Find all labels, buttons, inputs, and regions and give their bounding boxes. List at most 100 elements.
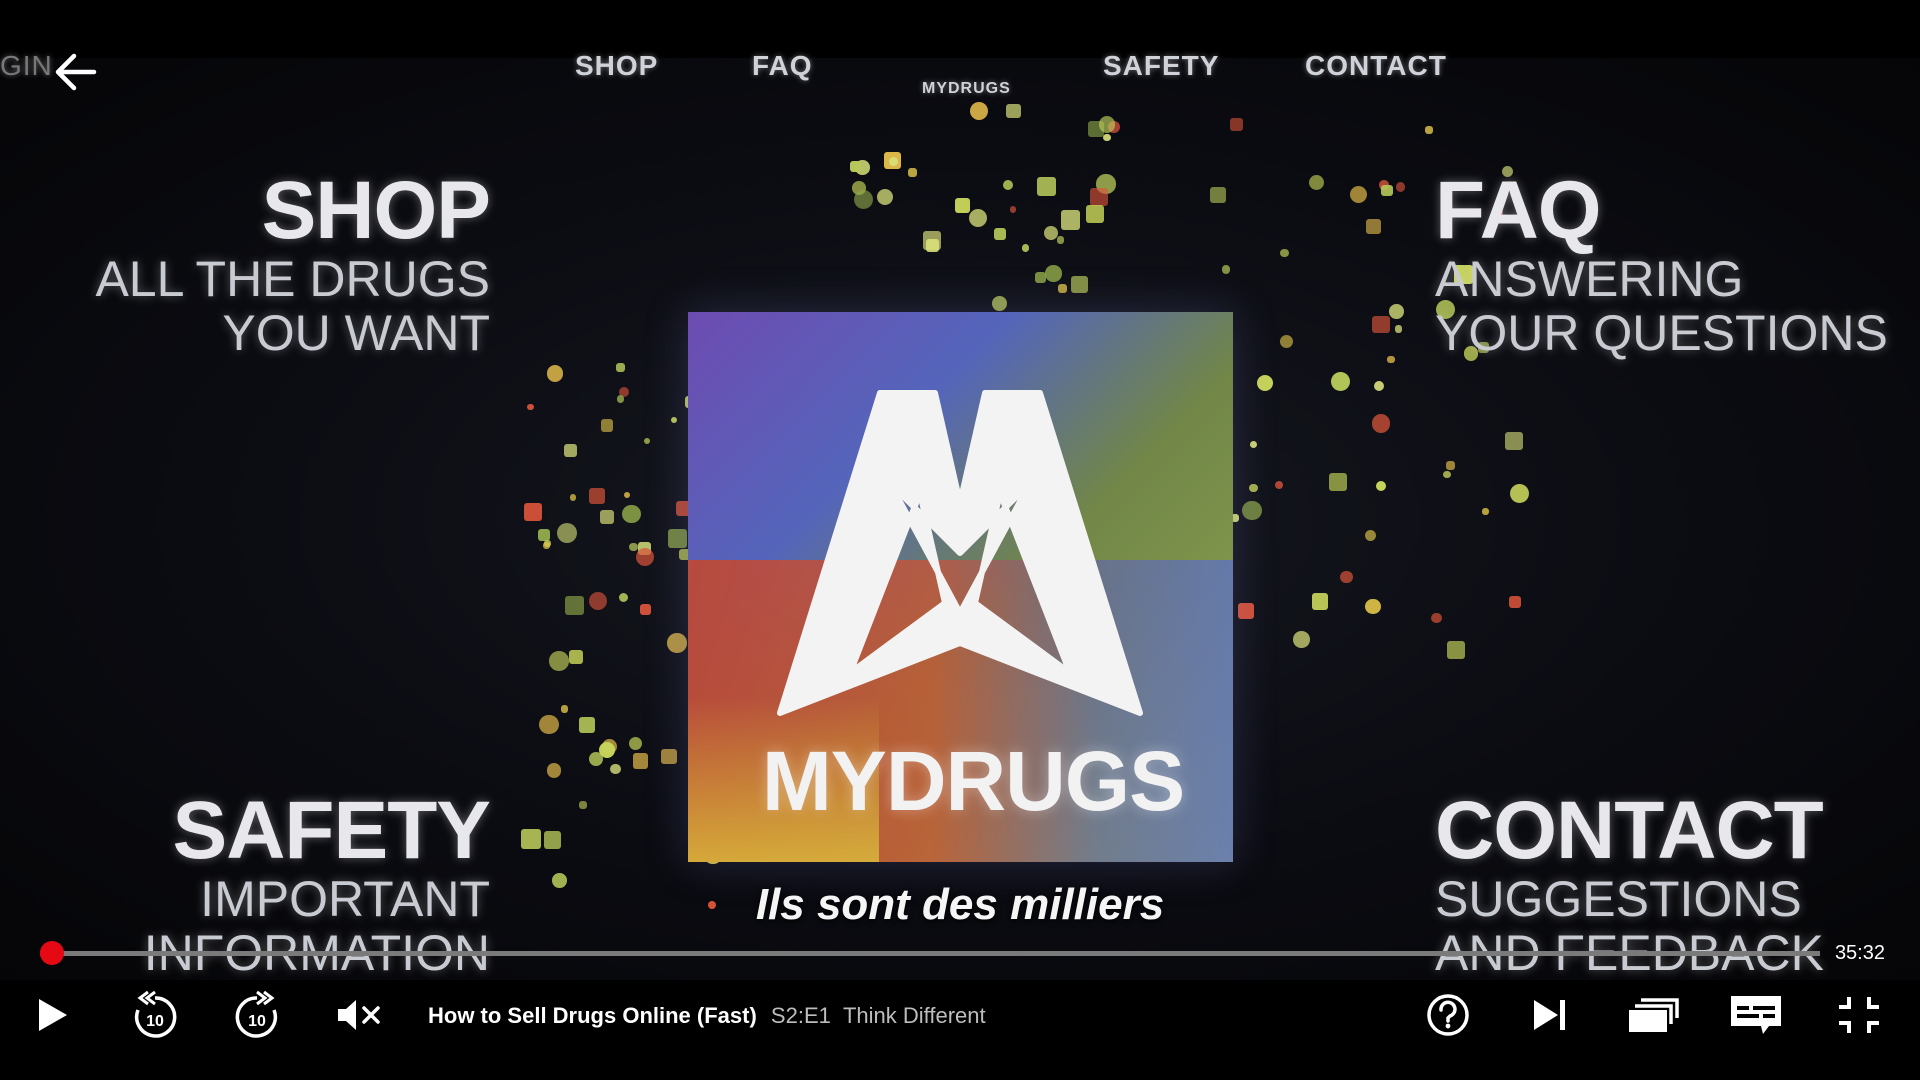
time-remaining: 35:32: [1834, 942, 1885, 964]
pill-particle: [1210, 186, 1227, 203]
safety-title: SAFETY: [172, 785, 491, 876]
volume-button[interactable]: [334, 990, 384, 1040]
pill-particle: [1275, 480, 1284, 490]
pill-particle: [629, 543, 638, 552]
pill-particle: [1021, 244, 1030, 252]
pill-particle: [1071, 275, 1089, 294]
pill-particle: [1006, 103, 1021, 119]
pill-particle: [876, 188, 894, 206]
pill-particle: [1229, 118, 1243, 131]
pill-particle: [1365, 218, 1381, 234]
pill-particle: [569, 494, 577, 502]
shop-block: SHOP ALL THE DRUGS YOU WANT: [60, 165, 491, 361]
episode-label: S2:E1: [770, 1003, 831, 1028]
nav-item-shop: SHOP: [575, 50, 659, 81]
faq-block: FAQ ANSWERING YOUR QUESTIONS: [1435, 170, 1905, 361]
pill-particle: [1242, 500, 1262, 521]
pill-particle: [1331, 371, 1351, 391]
help-icon: [1427, 994, 1469, 1036]
nav-item-safety: SAFETY: [1103, 50, 1220, 81]
pill-particle: [619, 592, 629, 602]
pill-particle: [539, 714, 559, 735]
pill-particle: [1374, 381, 1385, 392]
pill-particle: [1387, 356, 1395, 364]
pill-particle: [1280, 335, 1294, 349]
show-title: How to Sell Drugs Online (Fast): [428, 1003, 757, 1028]
rewind-seconds-label: 10: [146, 1013, 164, 1030]
pill-particle: [1045, 265, 1062, 282]
pill-particle: [643, 437, 651, 445]
pill-particle: [560, 705, 569, 713]
pill-particle: [850, 161, 861, 172]
pill-particle: [579, 800, 588, 809]
volume-muted-icon: [338, 1000, 380, 1030]
pill-particle: [556, 522, 577, 543]
pill-particle: [543, 831, 562, 849]
mydrugs-logo-mark-icon: [777, 390, 1143, 716]
subtitle-caption: Ils sont des milliers: [755, 880, 1165, 929]
forward-10-button[interactable]: 10: [232, 990, 282, 1040]
pill-particle: [1365, 598, 1381, 615]
video-frame[interactable]: MYDRUGS SHOP ALL THE DRUGS YOU WANT FAQ …: [0, 58, 1920, 980]
pill-particle: [599, 509, 614, 524]
pill-particle: [1056, 236, 1065, 244]
next-episode-button[interactable]: [1528, 990, 1572, 1040]
rewind-10-icon: 10: [134, 990, 177, 1038]
pill-particle: [968, 208, 988, 228]
pill-particle: [565, 596, 584, 615]
pill-particle: [1256, 374, 1273, 392]
back-button[interactable]: [52, 52, 98, 92]
pill-particle: [1009, 206, 1017, 213]
pill-particle: [520, 829, 541, 850]
pill-particle: [1364, 530, 1376, 542]
pill-particle: [546, 763, 562, 778]
pill-particle: [564, 443, 578, 457]
mydrugs-logo-text: MYDRUGS: [761, 734, 1185, 828]
pill-particle: [1446, 640, 1466, 660]
progress-bar[interactable]: [40, 941, 1820, 965]
pill-particle: [523, 503, 542, 522]
pill-particle: [1395, 325, 1403, 333]
pill-particle: [1221, 265, 1231, 274]
faq-line1: ANSWERING: [1435, 251, 1744, 307]
shop-line2: YOU WANT: [222, 305, 490, 361]
pill-particle: [542, 541, 550, 550]
pill-particle: [548, 650, 569, 671]
pill-particle: [1057, 284, 1067, 294]
nav-item-faq: FAQ: [752, 50, 813, 81]
pill-particle: [1103, 133, 1112, 142]
site-nav: GIN SHOP FAQ MYDRUGS SAFETY CONTACT: [0, 50, 1920, 97]
rewind-10-button[interactable]: 10: [130, 990, 180, 1040]
pill-particle: [1340, 570, 1353, 584]
subtitles-button[interactable]: [1728, 990, 1784, 1040]
help-button[interactable]: [1425, 990, 1471, 1040]
pill-particle: [610, 763, 621, 775]
subtitles-icon: [1731, 996, 1781, 1034]
episodes-button[interactable]: [1625, 990, 1681, 1040]
pill-particle: [640, 604, 652, 616]
pill-particle: [970, 101, 989, 120]
pill-particle: [1037, 177, 1056, 196]
pill-particle: [622, 505, 641, 524]
shop-title: SHOP: [261, 165, 491, 256]
play-button[interactable]: [30, 990, 74, 1040]
pill-particle: [667, 633, 687, 653]
arrow-left-icon: [55, 53, 97, 91]
pill-particle: [908, 168, 917, 177]
pill-particle: [661, 748, 677, 764]
pill-particle: [1350, 185, 1368, 203]
pill-particle: [628, 736, 643, 751]
pill-particle: [1003, 180, 1014, 191]
pill-particle: [527, 403, 534, 411]
pill-particle: [600, 419, 614, 432]
pill-particle: [925, 238, 940, 253]
pill-particle: [616, 363, 625, 372]
pill-particle: [635, 548, 655, 567]
pill-particle: [632, 753, 649, 769]
pill-particle: [1280, 248, 1289, 258]
pill-particle: [667, 529, 687, 548]
exit-fullscreen-button[interactable]: [1836, 990, 1882, 1040]
pill-particle: [1372, 315, 1390, 334]
pill-particle: [954, 198, 970, 214]
pill-particle: [889, 157, 899, 166]
